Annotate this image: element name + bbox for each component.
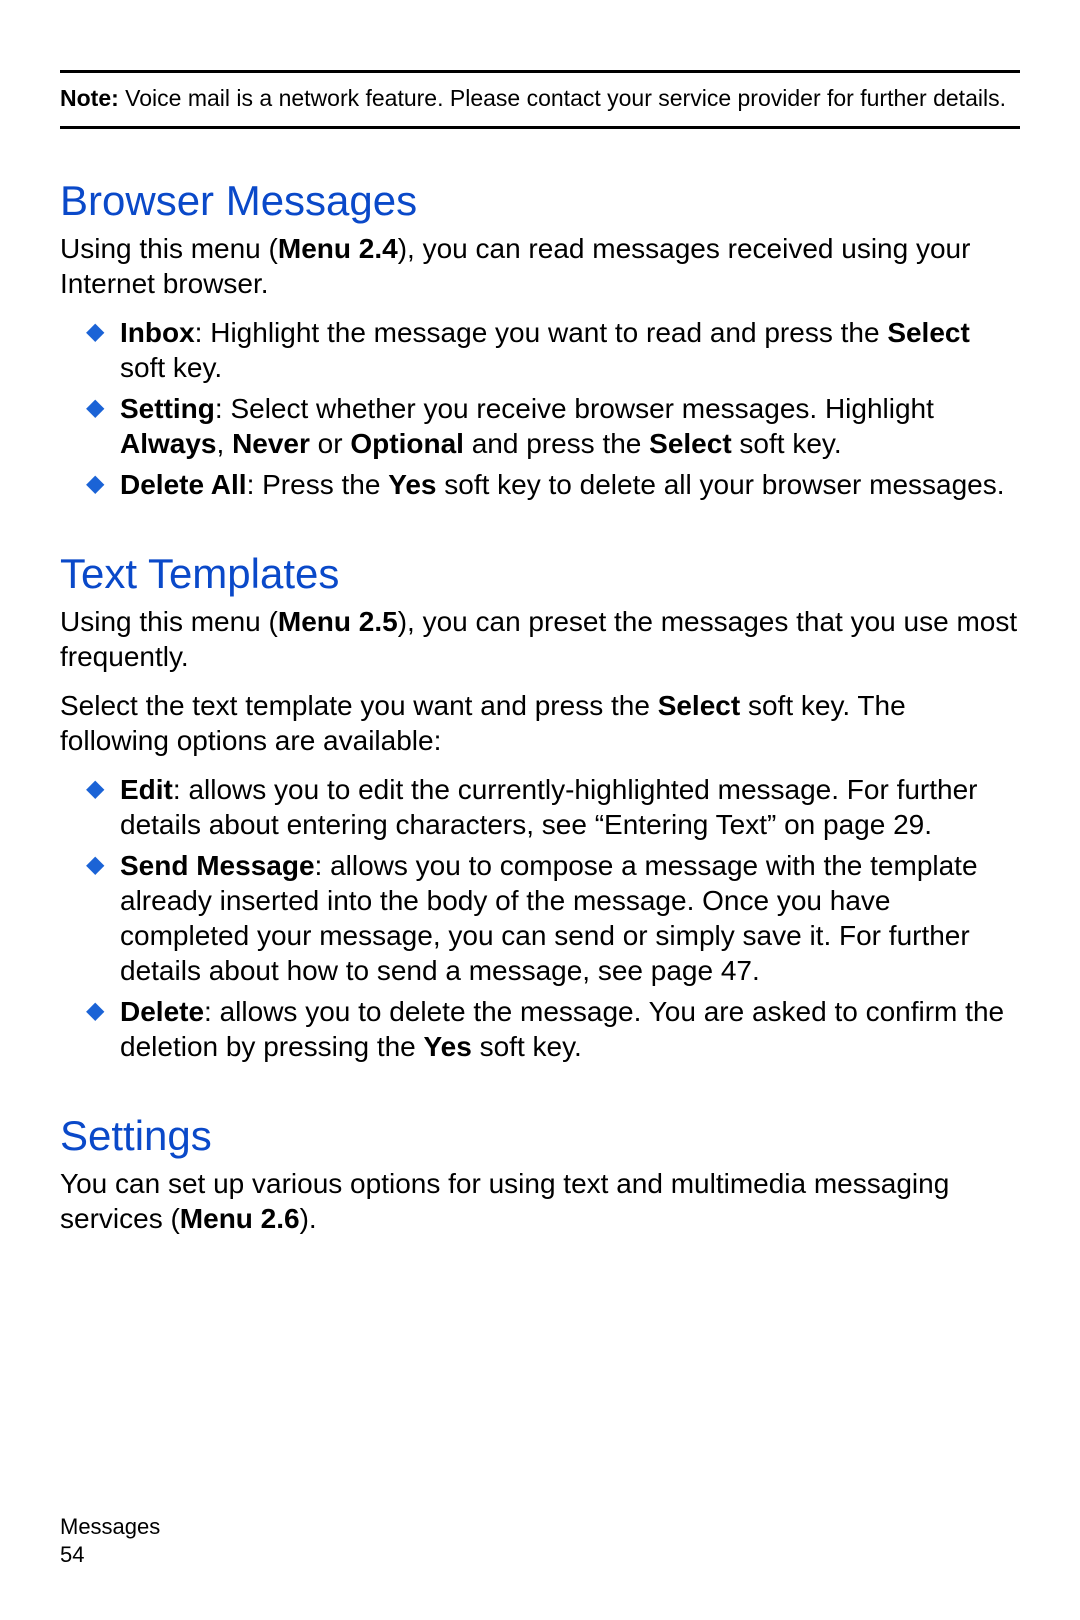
settings-intro: You can set up various options for using… xyxy=(60,1166,1020,1236)
text-fragment: , xyxy=(217,428,233,459)
list-item: Delete: allows you to delete the message… xyxy=(86,994,1020,1064)
text-fragment: : Highlight the message you want to read… xyxy=(195,317,888,348)
page-footer: Messages 54 xyxy=(60,1513,160,1570)
item-label: Delete xyxy=(120,996,204,1027)
text-templates-intro-2: Select the text template you want and pr… xyxy=(60,688,1020,758)
note-box: Note: Voice mail is a network feature. P… xyxy=(60,70,1020,129)
text-fragment: Select xyxy=(887,317,970,348)
text-fragment: Never xyxy=(232,428,310,459)
text-fragment: Menu 2.5 xyxy=(278,606,398,637)
note-label: Note: xyxy=(60,85,119,111)
text-fragment: Select xyxy=(658,690,741,721)
footer-page-number: 54 xyxy=(60,1541,160,1570)
text-fragment: and press the xyxy=(464,428,649,459)
heading-browser-messages: Browser Messages xyxy=(60,177,1020,225)
browser-messages-intro: Using this menu (Menu 2.4), you can read… xyxy=(60,231,1020,301)
text-fragment: Select the text template you want and pr… xyxy=(60,690,658,721)
text-fragment: soft key to delete all your browser mess… xyxy=(436,469,1004,500)
text-fragment: Menu 2.6 xyxy=(180,1203,300,1234)
text-fragment: soft key. xyxy=(472,1031,582,1062)
text-fragment: Yes xyxy=(388,469,436,500)
list-item: Send Message: allows you to compose a me… xyxy=(86,848,1020,988)
item-label: Inbox xyxy=(120,317,195,348)
heading-text-templates: Text Templates xyxy=(60,550,1020,598)
footer-section-name: Messages xyxy=(60,1513,160,1542)
text-fragment: Always xyxy=(120,428,217,459)
text-fragment: or xyxy=(310,428,350,459)
text-fragment: soft key. xyxy=(732,428,842,459)
text-fragment: soft key. xyxy=(120,352,222,383)
item-label: Send Message xyxy=(120,850,315,881)
list-item: Delete All: Press the Yes soft key to de… xyxy=(86,467,1020,502)
list-item: Setting: Select whether you receive brow… xyxy=(86,391,1020,461)
text-fragment: Using this menu ( xyxy=(60,606,278,637)
item-label: Setting xyxy=(120,393,215,424)
browser-messages-list: Inbox: Highlight the message you want to… xyxy=(60,315,1020,502)
text-fragment: Menu 2.4 xyxy=(278,233,398,264)
text-fragment: Optional xyxy=(350,428,464,459)
text-templates-intro-1: Using this menu (Menu 2.5), you can pres… xyxy=(60,604,1020,674)
text-fragment: Yes xyxy=(424,1031,472,1062)
page: Note: Voice mail is a network feature. P… xyxy=(0,0,1080,1620)
text-fragment: Select xyxy=(649,428,732,459)
item-label: Edit xyxy=(120,774,173,805)
text-fragment: : Press the xyxy=(247,469,389,500)
list-item: Inbox: Highlight the message you want to… xyxy=(86,315,1020,385)
text-fragment: Using this menu ( xyxy=(60,233,278,264)
list-item: Edit: allows you to edit the currently-h… xyxy=(86,772,1020,842)
heading-settings: Settings xyxy=(60,1112,1020,1160)
text-fragment: : allows you to edit the currently-highl… xyxy=(120,774,978,840)
text-fragment: ). xyxy=(300,1203,317,1234)
text-fragment: : Select whether you receive browser mes… xyxy=(215,393,934,424)
note-text: Voice mail is a network feature. Please … xyxy=(119,85,1006,111)
item-label: Delete All xyxy=(120,469,247,500)
text-templates-list: Edit: allows you to edit the currently-h… xyxy=(60,772,1020,1064)
